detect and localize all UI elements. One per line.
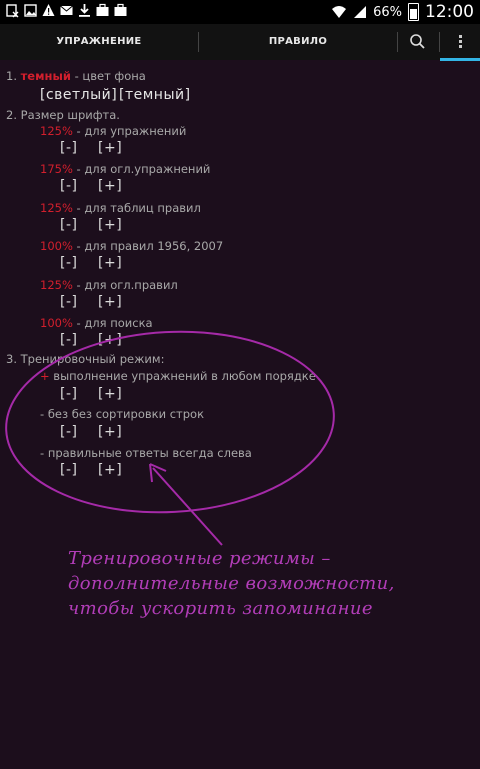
light-theme-button[interactable]: [светлый] — [40, 87, 117, 103]
font-size-item: 100% - для правил 1956, 2007 — [40, 239, 223, 253]
battery-percent: 66% — [373, 4, 402, 20]
image-x-icon — [6, 4, 19, 18]
option-label: выполнение упражнений в любом порядке — [53, 369, 316, 383]
increase-button[interactable]: [+] — [98, 178, 122, 194]
more-vert-icon — [459, 35, 462, 50]
decrease-button[interactable]: [-] — [60, 255, 77, 271]
notification-icons — [6, 3, 127, 18]
decrease-button[interactable]: [-] — [60, 217, 77, 233]
annotation-line: Тренировочные режимы – — [68, 548, 331, 569]
mail-icon — [60, 5, 73, 15]
background-value: темный — [20, 69, 71, 83]
picture-icon — [24, 4, 37, 17]
font-size-item: 125% - для таблиц правил — [40, 201, 201, 215]
action-bar: УПРАЖНЕНИЕ ПРАВИЛО — [0, 24, 480, 60]
increase-button[interactable]: [+] — [98, 217, 122, 233]
decrease-button[interactable]: [-] — [60, 386, 77, 402]
decrease-button[interactable]: [-] — [60, 332, 77, 348]
decrease-button[interactable]: [-] — [60, 462, 77, 478]
increase-button[interactable]: [+] — [98, 424, 122, 440]
training-option: + выполнение упражнений в любом порядке — [40, 369, 316, 383]
increase-button[interactable]: [+] — [98, 332, 122, 348]
warning-icon — [42, 4, 55, 16]
font-size-value: 125% — [40, 201, 73, 215]
annotation-line: дополнительные возможности, — [68, 573, 395, 594]
font-size-value: 175% — [40, 162, 73, 176]
increase-button[interactable]: [+] — [98, 386, 122, 402]
font-size-item: 100% - для поиска — [40, 316, 153, 330]
font-size-value: 125% — [40, 278, 73, 292]
increase-button[interactable]: [+] — [98, 255, 122, 271]
font-size-label: - для огл.упражнений — [76, 162, 211, 176]
decrease-button[interactable]: [-] — [60, 140, 77, 156]
dark-theme-button[interactable]: [темный] — [119, 87, 191, 103]
clock: 12:00 — [425, 2, 474, 22]
setting-number: 1. — [6, 69, 17, 83]
option-label: без без сортировки строк — [47, 407, 205, 421]
battery-icon — [408, 3, 419, 21]
option-mark: + — [40, 369, 50, 383]
briefcase-icon — [96, 3, 109, 16]
font-size-value: 100% — [40, 316, 73, 330]
annotation-arrow — [152, 467, 223, 546]
increase-button[interactable]: [+] — [98, 294, 122, 310]
wifi-icon — [332, 6, 347, 18]
font-size-item: 175% - для огл.упражнений — [40, 162, 210, 176]
status-bar: 66% 12:00 — [0, 0, 480, 24]
font-size-label: - для поиска — [76, 316, 153, 330]
background-label: - цвет фона — [74, 69, 146, 83]
option-label: правильные ответы всегда слева — [47, 446, 252, 460]
increase-button[interactable]: [+] — [98, 140, 122, 156]
search-button[interactable] — [398, 24, 438, 60]
font-size-item: 125% - для огл.правил — [40, 278, 178, 292]
download-icon — [79, 4, 90, 17]
training-option: - правильные ответы всегда слева — [40, 446, 252, 460]
decrease-button[interactable]: [-] — [60, 294, 77, 310]
selected-tab-indicator — [440, 58, 480, 61]
tab-exercise[interactable]: УПРАЖНЕНИЕ — [0, 24, 198, 60]
option-mark: - — [40, 446, 45, 460]
font-size-label: - для правил 1956, 2007 — [76, 239, 224, 253]
font-size-value: 125% — [40, 124, 73, 138]
training-mode-heading: 3. Тренировочный режим: — [6, 352, 165, 366]
decrease-button[interactable]: [-] — [60, 424, 77, 440]
font-size-heading: 2. Размер шрифта. — [6, 108, 120, 122]
font-size-value: 100% — [40, 239, 73, 253]
option-mark: - — [40, 407, 45, 421]
briefcase-icon — [114, 3, 127, 16]
font-size-label: - для огл.правил — [76, 278, 178, 292]
font-size-label: - для упражнений — [76, 124, 187, 138]
annotation-arrowhead — [149, 463, 167, 483]
increase-button[interactable]: [+] — [98, 462, 122, 478]
overflow-menu-button[interactable] — [440, 24, 480, 60]
decrease-button[interactable]: [-] — [60, 178, 77, 194]
tab-rule[interactable]: ПРАВИЛО — [199, 24, 397, 60]
search-icon — [410, 34, 425, 49]
signal-icon — [354, 6, 367, 18]
font-size-item: 125% - для упражнений — [40, 124, 186, 138]
annotation-line: чтобы ускорить запоминание — [68, 598, 373, 619]
font-size-label: - для таблиц правил — [76, 201, 201, 215]
background-setting: 1. темный - цвет фона — [6, 69, 146, 83]
training-option: - без без сортировки строк — [40, 407, 204, 421]
system-status: 66% 12:00 — [331, 2, 474, 22]
